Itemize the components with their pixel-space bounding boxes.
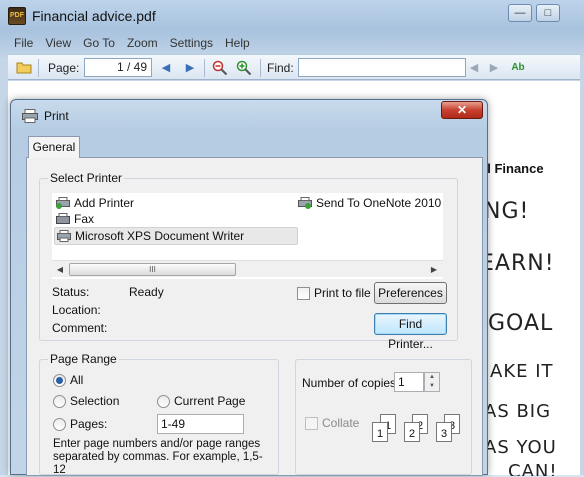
location-label: Location: <box>52 303 101 317</box>
print-to-file-label: Print to file <box>314 286 371 300</box>
menu-settings[interactable]: Settings <box>164 34 219 52</box>
radio-current-page-label: Current Page <box>174 394 246 408</box>
find-previous-icon[interactable]: ◀ <box>466 60 482 76</box>
printer-item-add-printer[interactable]: Add Printer <box>56 195 134 211</box>
previous-page-icon[interactable]: ◀ <box>158 60 174 76</box>
page-range-label: Page Range <box>48 352 119 366</box>
tab-general[interactable]: General <box>28 136 80 158</box>
page-label: Page: <box>48 61 80 75</box>
spin-up-icon[interactable]: ▲ <box>425 373 439 382</box>
zoom-out-icon[interactable] <box>212 60 228 76</box>
dialog-title: Print <box>44 109 69 123</box>
radio-all[interactable] <box>53 374 66 387</box>
find-next-icon[interactable]: ▶ <box>486 60 502 76</box>
scroll-right-icon[interactable]: ▶ <box>428 263 440 276</box>
copies-group: Number of copies: 1 ▲ ▼ Collate 1 1 2 2 … <box>295 359 472 475</box>
copies-spinner[interactable]: ▲ ▼ <box>424 372 440 392</box>
find-printer-button[interactable]: Find Printer... <box>374 313 447 351</box>
scroll-left-icon[interactable]: ◀ <box>54 263 66 276</box>
close-button[interactable]: ✕ <box>441 101 483 119</box>
page-number-input[interactable]: 1 / 49 <box>84 58 152 77</box>
radio-pages-label: Pages: <box>70 417 108 431</box>
status-value: Ready <box>129 285 164 299</box>
toolbar: Page: 1 / 49 ◀ ▶ Find: ◀ ▶ Ab <box>8 54 580 80</box>
find-input[interactable] <box>298 58 466 77</box>
select-printer-group: Select Printer Add Printer Fax Microsoft… <box>39 171 458 351</box>
page-range-hint: Enter page numbers and/or page ranges se… <box>53 438 263 476</box>
window-title: Financial advice.pdf <box>32 8 156 24</box>
page-range-group: Page Range All Selection Current Page Pa… <box>39 352 279 476</box>
match-case-icon[interactable]: Ab <box>510 60 526 76</box>
add-printer-icon <box>56 197 70 209</box>
menu-bar: File View Go To Zoom Settings Help <box>8 34 580 52</box>
status-label: Status: <box>52 285 90 299</box>
menu-view[interactable]: View <box>39 34 77 52</box>
print-to-file-checkbox[interactable] <box>297 287 310 300</box>
title-bar: PDF Financial advice.pdf — □ <box>0 0 584 32</box>
minimize-button[interactable]: — <box>508 4 532 22</box>
open-folder-icon[interactable] <box>16 60 32 76</box>
scroll-thumb[interactable]: III <box>69 263 236 276</box>
next-page-icon[interactable]: ▶ <box>182 60 198 76</box>
xps-printer-icon <box>57 230 71 242</box>
maximize-button[interactable]: □ <box>536 4 560 22</box>
comment-label: Comment: <box>52 321 108 335</box>
printer-item-onenote[interactable]: Send To OneNote 2010 <box>298 195 441 211</box>
menu-file[interactable]: File <box>8 34 39 52</box>
collate-checkbox[interactable] <box>305 417 318 430</box>
select-printer-label: Select Printer <box>48 171 125 185</box>
handwritten-illustration: NG! EARN! GOAL AKE IT AS BIG AS YOU CAN! <box>480 199 558 476</box>
pages-input[interactable]: 1-49 <box>157 414 244 434</box>
pdf-app-icon: PDF <box>8 7 26 25</box>
collate-label: Collate <box>322 416 360 430</box>
radio-pages[interactable] <box>53 418 66 431</box>
zoom-in-icon[interactable] <box>236 60 252 76</box>
printer-icon <box>22 109 38 123</box>
printer-item-xps-writer[interactable]: Microsoft XPS Document Writer <box>54 227 298 245</box>
printer-item-fax[interactable]: Fax <box>56 211 94 227</box>
document-heading: al Finance <box>480 161 544 176</box>
printer-list-scrollbar[interactable]: ◀ III ▶ <box>52 260 443 277</box>
preferences-button[interactable]: Preferences <box>374 282 447 304</box>
menu-go-to[interactable]: Go To <box>77 34 121 52</box>
spin-down-icon[interactable]: ▼ <box>425 382 439 391</box>
radio-selection-label: Selection <box>70 394 120 408</box>
copies-input[interactable]: 1 <box>394 372 424 392</box>
find-label: Find: <box>267 61 294 75</box>
fax-icon <box>56 213 70 225</box>
menu-help[interactable]: Help <box>219 34 256 52</box>
radio-selection[interactable] <box>53 395 66 408</box>
onenote-printer-icon <box>298 197 312 209</box>
radio-current-page[interactable] <box>157 395 170 408</box>
general-tab-panel: Select Printer Add Printer Fax Microsoft… <box>26 157 483 476</box>
print-dialog: Print ✕ General Select Printer Add Print… <box>10 99 488 476</box>
radio-all-label: All <box>70 373 84 387</box>
menu-zoom[interactable]: Zoom <box>121 34 164 52</box>
number-of-copies-label: Number of copies: <box>302 376 400 390</box>
